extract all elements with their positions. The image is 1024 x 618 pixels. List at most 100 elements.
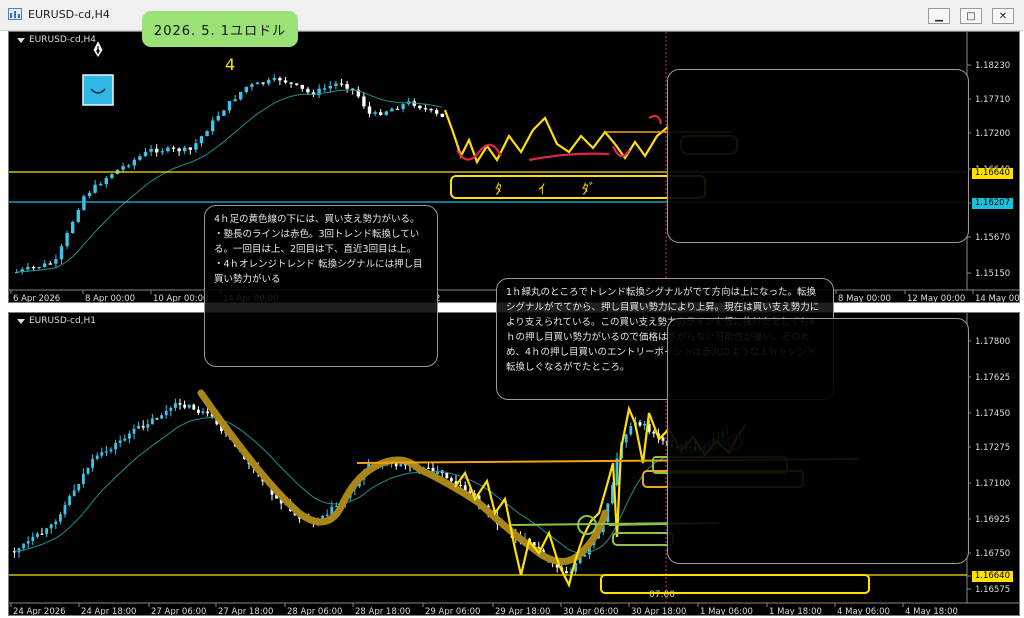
candle-body	[445, 473, 449, 479]
chart-symbol-label: EURUSD-cd,H4	[17, 35, 96, 45]
price-tick-label: 1.16925	[975, 515, 1010, 525]
time-tick-label: 27 Apr 06:00	[151, 607, 206, 616]
candle-body	[127, 165, 131, 167]
time-tick-label: 4 May 18:00	[905, 607, 958, 616]
candle-body	[345, 83, 349, 89]
candle-body	[615, 458, 619, 485]
candle-body	[82, 196, 86, 211]
pen-tool-icon[interactable]	[88, 38, 108, 62]
candle-body	[178, 403, 182, 405]
price-tick-label: 1.17710	[975, 95, 1010, 105]
collapse-arrow-icon[interactable]	[17, 37, 25, 43]
collapse-arrow-icon[interactable]	[17, 318, 25, 324]
candle-body	[339, 83, 344, 85]
candle-body	[244, 86, 248, 92]
candle-body	[151, 418, 154, 425]
price-tick-label: 1.16575	[975, 585, 1010, 595]
candle-body	[146, 424, 150, 428]
candle-body	[160, 151, 164, 153]
candle-body	[429, 108, 433, 111]
candle-body	[128, 433, 131, 439]
candle-body	[76, 210, 80, 222]
candle-body	[183, 404, 186, 408]
candle-body	[629, 426, 633, 435]
candle-body	[440, 113, 444, 117]
candle-body	[255, 82, 260, 85]
candle-body	[71, 221, 75, 234]
candle-body	[87, 192, 92, 197]
price-tag-yellow: 1.16640	[971, 571, 1013, 582]
close-button[interactable]: ✕	[992, 8, 1014, 24]
candle-body	[31, 536, 35, 542]
minimize-button[interactable]: ▁	[928, 8, 950, 24]
candle-body	[137, 425, 140, 429]
time-tick-label: 12 May 00:00	[907, 294, 965, 303]
time-marker-label: 07:00	[649, 590, 675, 600]
price-tick-label: 1.16750	[975, 549, 1010, 559]
candle-body	[661, 437, 665, 441]
candle-body	[233, 99, 237, 102]
candle-body	[166, 147, 170, 152]
candle-body	[36, 533, 39, 537]
candle-body	[114, 442, 117, 450]
candle-body	[143, 151, 148, 157]
time-tick-label: 28 Apr 18:00	[355, 607, 410, 616]
candle-body	[171, 147, 176, 149]
price-tick-label: 1.17450	[975, 409, 1010, 419]
price-tick-label: 1.15670	[975, 233, 1010, 243]
candle-body	[197, 409, 200, 414]
candle-body	[141, 425, 145, 428]
candle-body	[334, 83, 338, 86]
candle-body	[267, 79, 271, 84]
candle-body	[45, 528, 48, 534]
window-title: EURUSD-cd,H4	[28, 8, 110, 21]
price-tick-label: 1.15150	[975, 269, 1010, 279]
candle-body	[49, 524, 53, 529]
candle-body	[123, 438, 127, 441]
candle-body	[261, 82, 265, 84]
minimize-icon: ▁	[935, 10, 943, 22]
time-tick-label: 28 Apr 06:00	[287, 607, 342, 616]
price-tick-label: 1.17100	[975, 479, 1010, 489]
candle-body	[384, 111, 388, 115]
candle-body	[54, 521, 58, 525]
candle-body	[68, 496, 71, 505]
candle-body	[43, 263, 47, 268]
time-tick-label: 24 Apr 18:00	[81, 607, 136, 616]
candle-body	[250, 84, 254, 87]
candle-body	[155, 418, 159, 420]
candle-body	[26, 541, 30, 544]
maximize-button[interactable]: □	[960, 8, 982, 24]
candle-body	[110, 174, 114, 179]
candle-body	[272, 78, 276, 80]
candle-body	[183, 147, 187, 152]
candle-body	[652, 431, 656, 434]
candle-body	[199, 136, 204, 144]
candle-body	[31, 267, 36, 269]
candle-body	[206, 411, 209, 414]
candle-body	[194, 143, 198, 150]
empty-comment-bubble	[667, 69, 969, 243]
candle-body	[138, 156, 142, 160]
annotation-box-green	[612, 532, 674, 546]
time-tick-label: 8 Apr 00:00	[85, 294, 135, 303]
candle-body	[390, 108, 394, 112]
commentary-line: ・塾長のラインは赤色。3回トレンド転換している。一回目は上、2回目は下、直近3回…	[214, 229, 420, 255]
candle-body	[59, 514, 62, 522]
annotation-box-yellow	[600, 574, 870, 594]
candle-body	[109, 449, 113, 452]
chart-window-icon	[8, 8, 22, 20]
candle-body	[323, 88, 327, 90]
candle-body	[278, 78, 282, 81]
candle-body	[164, 410, 168, 416]
candle-body	[325, 514, 329, 516]
candle-body	[211, 120, 215, 132]
candle-body	[91, 458, 94, 468]
close-icon: ✕	[998, 10, 1008, 22]
candle-body	[65, 233, 69, 247]
candle-body	[118, 440, 122, 443]
candle-body	[174, 403, 177, 408]
candle-body	[22, 543, 25, 549]
candle-body	[328, 85, 332, 89]
commentary-line: ・4ｈオレンジトレンド 転換シグナルには押し目買い勢力がいる	[214, 259, 423, 285]
